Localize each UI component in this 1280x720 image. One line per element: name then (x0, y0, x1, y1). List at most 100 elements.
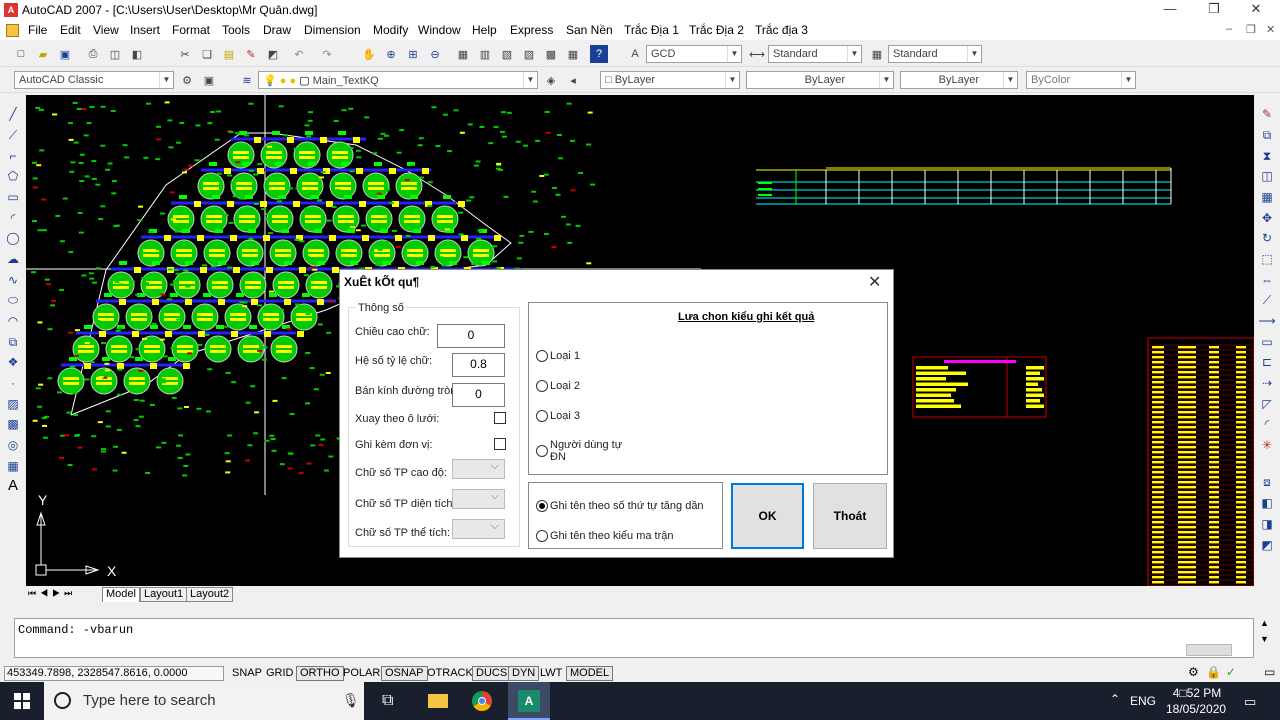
menu-help[interactable]: Help (472, 23, 497, 37)
menu-trac-dia-3[interactable]: Trắc địa 3 (755, 23, 808, 37)
coordinate-display[interactable]: 453349.7898, 2328547.8616, 0.0000 (4, 666, 224, 681)
polyline-icon[interactable]: ⌐ (4, 147, 22, 165)
draworder-above-icon[interactable]: ◩ (1258, 536, 1276, 554)
notifications-icon[interactable]: ▭ (1244, 694, 1256, 710)
markup-icon[interactable]: ▩ (542, 45, 560, 63)
lineweight-select[interactable]: ByLayer ▼ (900, 71, 1018, 89)
menu-file[interactable]: File (28, 23, 47, 37)
sheet-set-icon[interactable]: ▨ (520, 45, 538, 63)
microphone-icon[interactable]: 🎙 (342, 692, 360, 709)
cut-icon[interactable]: ✂ (176, 45, 194, 63)
restore-button[interactable]: ❐ (1194, 1, 1234, 19)
text-style-select[interactable]: GCD ▼ (646, 45, 742, 63)
break-point-icon[interactable]: ▭ (1258, 333, 1276, 351)
extend-icon[interactable]: ⟶ (1258, 312, 1276, 330)
arc-icon[interactable]: ◜ (4, 209, 22, 227)
status-ducs-button[interactable]: DUCS (472, 666, 512, 681)
point-icon[interactable]: · (4, 374, 22, 392)
zoom-realtime-icon[interactable]: ⊕ (382, 45, 400, 63)
windows-start-icon[interactable] (14, 693, 30, 709)
menu-express[interactable]: Express (510, 23, 553, 37)
save-icon[interactable]: ▣ (56, 45, 74, 63)
construction-line-icon[interactable]: ⟋ (4, 126, 22, 144)
menu-dimension[interactable]: Dimension (304, 23, 361, 37)
menu-edit[interactable]: Edit (60, 23, 81, 37)
revision-cloud-icon[interactable]: ☁ (4, 250, 22, 268)
doc-restore-icon[interactable]: ❐ (1246, 23, 1256, 36)
ratio-input[interactable]: 0.8 (452, 353, 505, 377)
cmd-scroll-down-icon[interactable]: ▼ (1260, 634, 1269, 644)
digits-vol-select[interactable] (452, 519, 505, 539)
order-asc-radio[interactable] (536, 500, 548, 512)
cmd-hscroll[interactable] (1186, 644, 1232, 656)
workspace-settings-icon[interactable]: ⚙ (178, 71, 196, 89)
plotstyle-select[interactable]: ByColor ▼ (1026, 71, 1136, 89)
status-grid-button[interactable]: GRID (262, 666, 298, 681)
menu-window[interactable]: Window (418, 23, 461, 37)
help-icon[interactable]: ? (590, 45, 608, 63)
ellipse-icon[interactable]: ⬭ (4, 291, 22, 309)
spline-icon[interactable]: ∿ (4, 271, 22, 289)
doc-minimize-icon[interactable]: – (1226, 23, 1232, 35)
scale-icon[interactable]: ⬚ (1258, 250, 1276, 268)
zoom-previous-icon[interactable]: ⊖ (426, 45, 444, 63)
layer-manager-icon[interactable]: ≋ (238, 71, 256, 89)
tray-expand-icon[interactable]: ⌃ (1110, 692, 1120, 706)
copy-icon[interactable]: ❏ (198, 45, 216, 63)
make-block-icon[interactable]: ❖ (4, 353, 22, 371)
user-type-label-2[interactable]: ĐN (550, 451, 566, 463)
user-type-label-1[interactable]: Người dùng tự (550, 439, 622, 451)
ok-button[interactable]: OK (731, 483, 804, 549)
layer-previous-icon[interactable]: ◂ (564, 71, 582, 89)
minimize-button[interactable]: — (1150, 1, 1190, 19)
match-prop-icon[interactable]: ✎ (242, 45, 260, 63)
command-line[interactable]: Command: -vbarun (14, 618, 1254, 658)
circle-icon[interactable]: ◯ (4, 229, 22, 247)
trim-icon[interactable]: ⟋ (1258, 291, 1276, 309)
status-model-button[interactable]: MODEL (566, 666, 614, 681)
join-icon[interactable]: ⇢ (1258, 374, 1276, 392)
status-osnap-button[interactable]: OSNAP (381, 666, 428, 681)
menu-trac-dia-2[interactable]: Trắc Địa 2 (689, 23, 744, 37)
clock-time[interactable]: 4□52 PM (1172, 686, 1222, 700)
text-style-icon[interactable]: A (626, 45, 644, 63)
task-view-icon[interactable]: ⧉ (382, 692, 393, 710)
comm-center-icon[interactable]: ⚙ (1188, 665, 1199, 679)
order-matrix-radio[interactable] (536, 530, 548, 542)
menu-insert[interactable]: Insert (130, 23, 160, 37)
status-snap-button[interactable]: SNAP (228, 666, 266, 681)
new-icon[interactable]: □ (12, 45, 30, 63)
my-workspace-icon[interactable]: ▣ (200, 71, 218, 89)
menu-draw[interactable]: Draw (263, 23, 291, 37)
draworder-front-icon[interactable]: ◧ (1258, 494, 1276, 512)
offset-icon[interactable]: ◫ (1258, 167, 1276, 185)
rectangle-icon[interactable]: ▭ (4, 188, 22, 206)
mirror-icon[interactable]: ⧗ (1258, 147, 1276, 165)
status-ortho-button[interactable]: ORTHO (296, 666, 344, 681)
preview-icon[interactable]: ◫ (106, 45, 124, 63)
table-icon[interactable]: ▦ (4, 457, 22, 475)
file-explorer-icon[interactable] (428, 694, 448, 708)
mtext-icon[interactable]: A (4, 477, 22, 495)
paste-icon[interactable]: ▤ (220, 45, 238, 63)
stretch-icon[interactable]: ⇔ (1258, 271, 1276, 289)
menu-san-nen[interactable]: San Nền (566, 23, 613, 37)
lock-toolbars-icon[interactable]: 🔒 (1206, 665, 1221, 679)
rotate-icon[interactable]: ↻ (1258, 229, 1276, 247)
exit-button[interactable]: Thoát (813, 483, 887, 549)
height-input[interactable]: 0 (437, 324, 505, 348)
tray-settings-icon[interactable]: ✓ (1226, 665, 1236, 679)
color-select[interactable]: □ ByLayer ▼ (600, 71, 740, 89)
type-3-radio[interactable] (536, 410, 548, 422)
linetype-select[interactable]: ByLayer ▼ (746, 71, 894, 89)
unit-checkbox[interactable] (494, 438, 506, 450)
pan-icon[interactable]: ✋ (360, 45, 378, 63)
menu-modify[interactable]: Modify (373, 23, 408, 37)
chamfer-icon[interactable]: ◸ (1258, 395, 1276, 413)
status-lwt-button[interactable]: LWT (536, 666, 566, 681)
tab-scroll-arrows[interactable]: ⏮◀▶⏭ (28, 588, 76, 599)
properties-icon[interactable]: ▦ (454, 45, 472, 63)
order-asc-label[interactable]: Ghi tên theo số thứ tự tăng dần (550, 500, 704, 512)
tab-model[interactable]: Model (102, 587, 140, 602)
doc-close-icon[interactable]: ✕ (1266, 23, 1275, 36)
